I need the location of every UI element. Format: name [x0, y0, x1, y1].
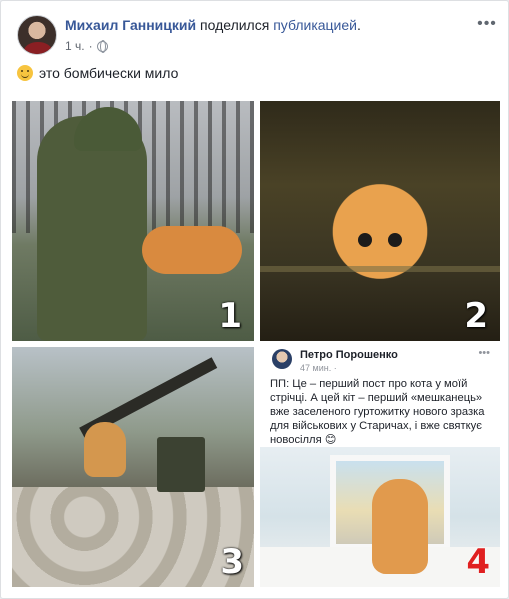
post-card: Михаил Ганницкий поделился публикацией. …	[0, 0, 509, 599]
more-icon: •••	[478, 347, 490, 359]
globe-icon[interactable]	[96, 40, 108, 53]
cat-shape	[372, 479, 428, 574]
photo-soldier-with-cat[interactable]: 1	[12, 101, 254, 341]
sandbags-shape	[12, 487, 254, 587]
shared-author-avatar	[272, 349, 292, 369]
post-text-content: это бомбически мило	[39, 65, 179, 81]
window-photo	[260, 447, 500, 587]
shared-post-text: ПП: Це – перший пост про кота у моїй стр…	[270, 378, 485, 446]
shared-author-name: Петро Порошенко	[300, 349, 398, 361]
photo-shared-post[interactable]: Петро Порошенко 47 мин. · ••• ПП: Це – п…	[260, 347, 500, 587]
shared-post-card: Петро Порошенко 47 мин. · ••• ПП: Це – п…	[260, 347, 500, 447]
cat-eye-shape	[358, 233, 372, 247]
more-icon[interactable]: •••	[477, 16, 497, 37]
cat-shape	[320, 171, 440, 281]
action-text: поделился	[196, 17, 274, 33]
tile-number: 1	[218, 296, 242, 336]
author-line: Михаил Ганницкий поделился публикацией.	[65, 17, 361, 33]
cat-shape	[84, 422, 126, 477]
meta-separator: ·	[88, 39, 93, 53]
photo-swimming-cat[interactable]: 2	[260, 101, 500, 341]
post-text: это бомбически мило	[17, 65, 178, 81]
cat-shape	[142, 226, 242, 274]
smile-icon	[17, 65, 33, 81]
author-name[interactable]: Михаил Ганницкий	[65, 17, 196, 33]
action-end: .	[356, 17, 361, 33]
post-header: Михаил Ганницкий поделился публикацией. …	[17, 15, 497, 57]
author-avatar[interactable]	[17, 15, 57, 55]
tile-number: 3	[220, 542, 244, 582]
tile-number: 4	[466, 542, 490, 582]
photo-collage[interactable]: 1 2 3 Петро Порошенко 47 мин. · ••• ПП: …	[10, 93, 502, 591]
photo-cat-on-sandbags[interactable]: 3	[12, 347, 254, 587]
water-shape	[260, 266, 500, 272]
action-link[interactable]: публикацией	[273, 17, 357, 33]
post-time[interactable]: 1 ч.	[65, 39, 85, 53]
shared-post-time: 47 мин. ·	[300, 363, 337, 373]
tile-number: 2	[464, 296, 488, 336]
ammo-box-shape	[157, 437, 205, 492]
cat-eye-shape	[388, 233, 402, 247]
post-meta: 1 ч. ·	[65, 39, 108, 53]
